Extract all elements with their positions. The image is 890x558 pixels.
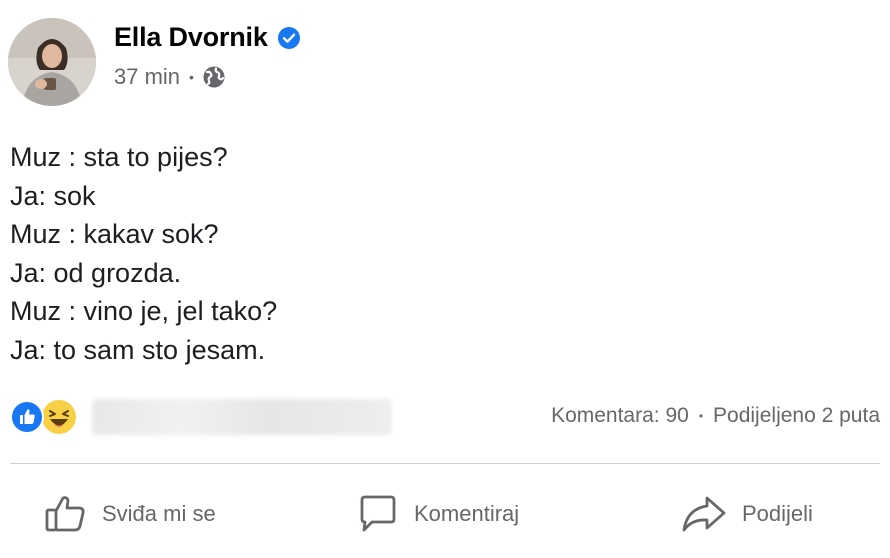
post-text-line: Muz : kakav sok? <box>10 219 219 249</box>
comment-count[interactable]: Komentara: 90 <box>551 404 689 428</box>
share-count[interactable]: Podijeljeno 2 puta <box>713 404 880 428</box>
author-name[interactable]: Ella Dvornik <box>114 22 268 53</box>
post-text-line: Ja: sok <box>10 180 96 211</box>
post-text-line: Ja: od grozda. <box>10 257 182 288</box>
author-avatar[interactable] <box>8 18 96 106</box>
stats-separator: • <box>698 409 704 423</box>
meta-separator: • <box>189 69 194 85</box>
post-actions: Sviđa mi se Komentiraj Podijeli <box>0 478 890 550</box>
like-icon <box>10 400 44 434</box>
share-arrow-icon <box>682 496 726 532</box>
like-button[interactable]: Sviđa mi se <box>44 488 216 540</box>
post-header: Ella Dvornik 37 min • <box>8 18 608 108</box>
post-text-line: Ja: to sam sto jesam. <box>10 334 266 365</box>
post-timestamp[interactable]: 37 min <box>114 64 180 90</box>
post-text: Muz : sta to pijes? Ja: sok Muz : kakav … <box>10 138 870 369</box>
comment-button[interactable]: Komentiraj <box>356 488 519 540</box>
author-line: Ella Dvornik <box>114 22 301 53</box>
globe-icon[interactable] <box>202 65 226 89</box>
post-text-line: Muz : sta to pijes? <box>10 142 228 172</box>
comment-bubble-icon <box>360 495 396 532</box>
divider <box>10 463 880 464</box>
blurred-reactors <box>92 399 392 435</box>
engagement-counts: Komentara: 90 • Podijeljeno 2 puta <box>551 404 880 428</box>
share-button[interactable]: Podijeli <box>680 488 813 540</box>
verified-badge-icon <box>277 26 300 49</box>
comment-label: Komentiraj <box>414 501 520 526</box>
reaction-summary[interactable] <box>10 398 82 438</box>
haha-icon <box>40 398 78 436</box>
avatar-photo <box>8 18 96 106</box>
share-label: Podijeli <box>742 501 813 526</box>
post-stats: Komentara: 90 • Podijeljeno 2 puta <box>10 396 880 440</box>
post-text-line: Muz : vino je, jel tako? <box>10 296 278 326</box>
like-label: Sviđa mi se <box>102 501 216 526</box>
facebook-post: Ella Dvornik 37 min • Muz : sta to pijes… <box>0 0 890 558</box>
post-meta: 37 min • <box>114 64 226 90</box>
thumbs-up-icon <box>45 496 85 532</box>
